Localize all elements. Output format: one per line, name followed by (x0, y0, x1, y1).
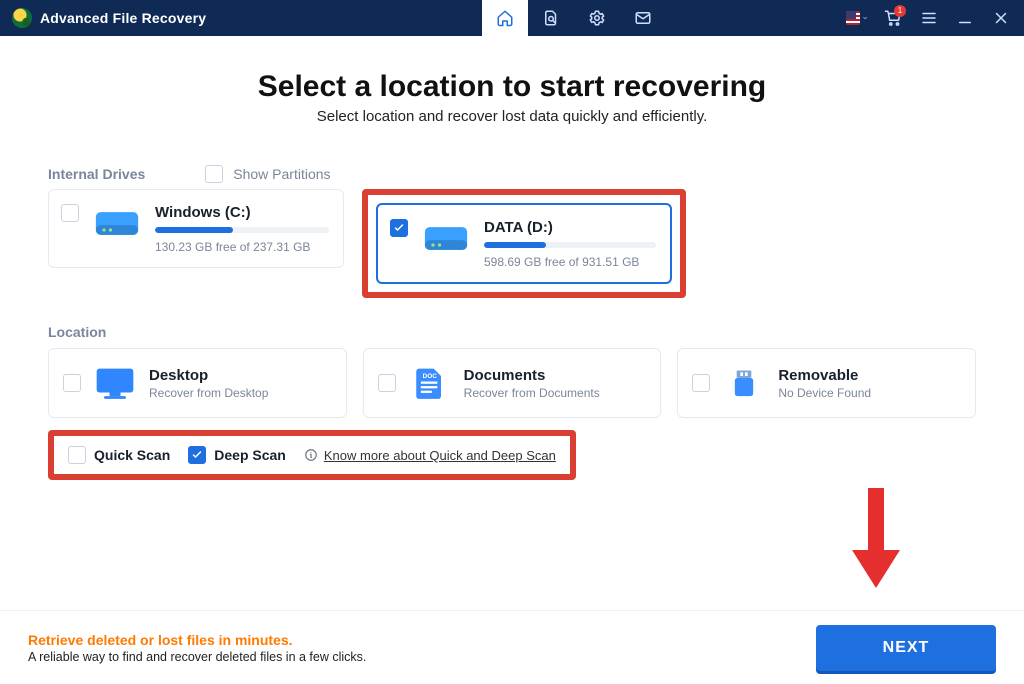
location-documents-name: Documents (464, 367, 600, 384)
home-icon (496, 9, 514, 27)
drive-c-usage-bar (155, 227, 329, 233)
drive-cards-row: Windows (C:) 130.23 GB free of 237.31 GB… (48, 189, 976, 298)
hdd-icon (91, 204, 143, 244)
gear-icon (588, 9, 606, 27)
location-cards-row: Desktop Recover from Desktop DOC Documen… (48, 348, 976, 418)
desktop-icon (93, 363, 137, 403)
promo-sub: A reliable way to find and recover delet… (28, 650, 366, 664)
next-button[interactable]: NEXT (816, 625, 996, 671)
footer: Retrieve deleted or lost files in minute… (0, 610, 1024, 684)
scan-options: Quick Scan Deep Scan Know more about Qui… (48, 430, 976, 480)
drive-d-checkbox[interactable] (390, 219, 408, 237)
quick-scan-label: Quick Scan (94, 447, 170, 463)
drives-section-header: Internal Drives Show Partitions (48, 165, 976, 183)
location-card-documents[interactable]: DOC Documents Recover from Documents (363, 348, 662, 418)
drive-card-c[interactable]: Windows (C:) 130.23 GB free of 237.31 GB (48, 189, 344, 268)
promo-block: Retrieve deleted or lost files in minute… (28, 632, 366, 664)
annotation-highlight-scan-options: Quick Scan Deep Scan Know more about Qui… (48, 430, 576, 480)
cart-button[interactable]: 1 (882, 7, 904, 29)
page-subtitle: Select location and recover lost data qu… (48, 108, 976, 125)
deep-scan-label: Deep Scan (214, 447, 286, 463)
menu-button[interactable] (918, 7, 940, 29)
next-button-label: NEXT (883, 639, 930, 657)
page-title: Select a location to start recovering (48, 70, 976, 104)
location-desktop-meta: Desktop Recover from Desktop (149, 367, 268, 400)
deep-scan-option[interactable]: Deep Scan (188, 446, 286, 464)
drive-d-sub: 598.69 GB free of 931.51 GB (484, 254, 656, 270)
drive-c-meta: Windows (C:) 130.23 GB free of 237.31 GB (155, 204, 329, 255)
main-content: Select a location to start recovering Se… (0, 36, 1024, 480)
location-desktop-name: Desktop (149, 367, 268, 384)
location-removable-meta: Removable No Device Found (778, 367, 871, 400)
location-desktop-sub: Recover from Desktop (149, 386, 268, 400)
annotation-arrow (846, 488, 906, 598)
close-button[interactable] (990, 7, 1012, 29)
title-bar: Advanced File Recovery 1 (0, 0, 1024, 36)
drive-d-name: DATA (D:) (484, 219, 656, 236)
usb-icon (722, 363, 766, 403)
location-removable-sub: No Device Found (778, 386, 871, 400)
drive-c-sub: 130.23 GB free of 237.31 GB (155, 239, 329, 255)
drive-c-name: Windows (C:) (155, 204, 329, 221)
tab-home[interactable] (482, 0, 528, 36)
svg-text:DOC: DOC (422, 373, 437, 380)
drive-card-d[interactable]: DATA (D:) 598.69 GB free of 931.51 GB (376, 203, 672, 284)
drive-d-meta: DATA (D:) 598.69 GB free of 931.51 GB (484, 219, 656, 270)
show-partitions-checkbox[interactable] (205, 165, 223, 183)
app-title: Advanced File Recovery (40, 10, 206, 26)
know-more-text: Know more about Quick and Deep Scan (324, 448, 556, 463)
check-icon (191, 449, 203, 461)
location-removable-name: Removable (778, 367, 871, 384)
minimize-button[interactable] (954, 7, 976, 29)
drive-c-checkbox[interactable] (61, 204, 79, 222)
know-more-link[interactable]: Know more about Quick and Deep Scan (304, 448, 556, 463)
tab-settings[interactable] (574, 0, 620, 36)
quick-scan-checkbox[interactable] (68, 446, 86, 464)
documents-icon: DOC (408, 363, 452, 403)
menu-icon (920, 9, 938, 27)
minimize-icon (956, 9, 974, 27)
cart-badge: 1 (894, 5, 906, 17)
location-card-removable[interactable]: Removable No Device Found (677, 348, 976, 418)
check-icon (393, 222, 405, 234)
location-section-label: Location (48, 324, 976, 340)
mail-icon (634, 9, 652, 27)
tab-scan-results[interactable] (528, 0, 574, 36)
deep-scan-checkbox[interactable] (188, 446, 206, 464)
show-partitions-toggle[interactable]: Show Partitions (205, 165, 330, 183)
flag-us-icon (846, 11, 860, 25)
app-logo-icon (12, 8, 32, 28)
quick-scan-option[interactable]: Quick Scan (68, 446, 170, 464)
location-desktop-checkbox[interactable] (63, 374, 81, 392)
show-partitions-label: Show Partitions (233, 166, 330, 182)
tab-feedback[interactable] (620, 0, 666, 36)
close-icon (992, 9, 1010, 27)
app-brand: Advanced File Recovery (0, 8, 206, 28)
internal-drives-label: Internal Drives (48, 166, 145, 182)
file-search-icon (542, 9, 560, 27)
chevron-down-icon (862, 13, 868, 23)
drive-d-usage-bar (484, 242, 656, 248)
header-tab-strip (482, 0, 666, 36)
language-selector[interactable] (846, 7, 868, 29)
location-removable-checkbox[interactable] (692, 374, 710, 392)
promo-title: Retrieve deleted or lost files in minute… (28, 632, 366, 648)
location-documents-sub: Recover from Documents (464, 386, 600, 400)
location-documents-checkbox[interactable] (378, 374, 396, 392)
info-icon (304, 448, 318, 462)
annotation-highlight-drive-d: DATA (D:) 598.69 GB free of 931.51 GB (362, 189, 686, 298)
location-card-desktop[interactable]: Desktop Recover from Desktop (48, 348, 347, 418)
hdd-icon (420, 219, 472, 259)
location-documents-meta: Documents Recover from Documents (464, 367, 600, 400)
header-actions: 1 (666, 7, 1024, 29)
